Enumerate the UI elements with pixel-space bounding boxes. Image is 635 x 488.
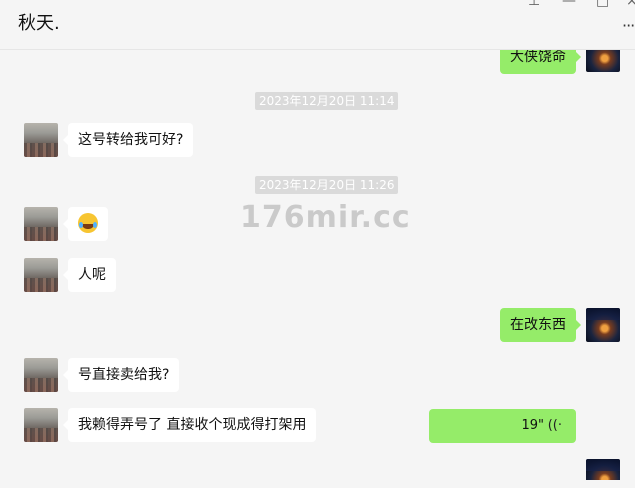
more-dots-icon[interactable]: ··· <box>622 16 635 35</box>
voice-duration: 19" <box>521 418 544 433</box>
minimize-icon[interactable]: — <box>562 0 576 8</box>
pin-icon[interactable]: ⊥ <box>528 0 540 8</box>
avatar-contact[interactable] <box>24 123 58 157</box>
avatar-self[interactable] <box>586 459 620 480</box>
message-bubble-incoming[interactable]: 这号转给我可好? <box>62 123 194 157</box>
message-text: 这号转给我可好? <box>78 132 184 148</box>
chat-header: 秋天. ⊥ — □ × ··· <box>0 0 635 50</box>
message-bubble-incoming[interactable] <box>63 207 108 241</box>
laughing-tears-emoji <box>78 212 98 233</box>
close-icon[interactable]: × <box>626 0 635 8</box>
avatar-contact[interactable] <box>24 258 58 292</box>
timestamp: 2023年12月20日 11:26 <box>255 176 399 194</box>
watermark: 176mir.cc <box>240 200 411 235</box>
maximize-icon[interactable]: □ <box>596 0 609 8</box>
timestamp: 2023年12月20日 11:14 <box>255 92 399 110</box>
chat-title: 秋天. <box>18 13 60 34</box>
message-bubble-outgoing[interactable]: 在改东西 <box>500 308 581 342</box>
avatar-contact[interactable] <box>24 207 58 241</box>
voice-message-bubble[interactable]: 19" ((· <box>429 409 576 443</box>
message-text: 我赖得弄号了 直接收个现成得打架用 <box>78 417 307 433</box>
message-text: 人呢 <box>78 267 106 283</box>
timestamp-text: 2023年12月20日 11:26 <box>259 178 395 192</box>
message-text: 号直接卖给我? <box>78 367 170 383</box>
avatar-contact[interactable] <box>24 408 58 442</box>
timestamp-text: 2023年12月20日 11:14 <box>259 94 395 108</box>
avatar-self[interactable] <box>586 308 620 342</box>
message-text: 在改东西 <box>510 317 566 333</box>
avatar-contact[interactable] <box>24 358 58 392</box>
message-bubble-incoming[interactable]: 号直接卖给我? <box>62 358 180 392</box>
message-bubble-incoming[interactable]: 我赖得弄号了 直接收个现成得打架用 <box>62 408 317 442</box>
message-bubble-outgoing[interactable]: 大侠饶命 <box>500 50 581 74</box>
voice-wave-icon: ((· <box>547 418 562 433</box>
avatar-self[interactable] <box>586 50 620 72</box>
message-bubble-incoming[interactable]: 人呢 <box>63 258 116 292</box>
message-text: 大侠饶命 <box>510 50 566 65</box>
